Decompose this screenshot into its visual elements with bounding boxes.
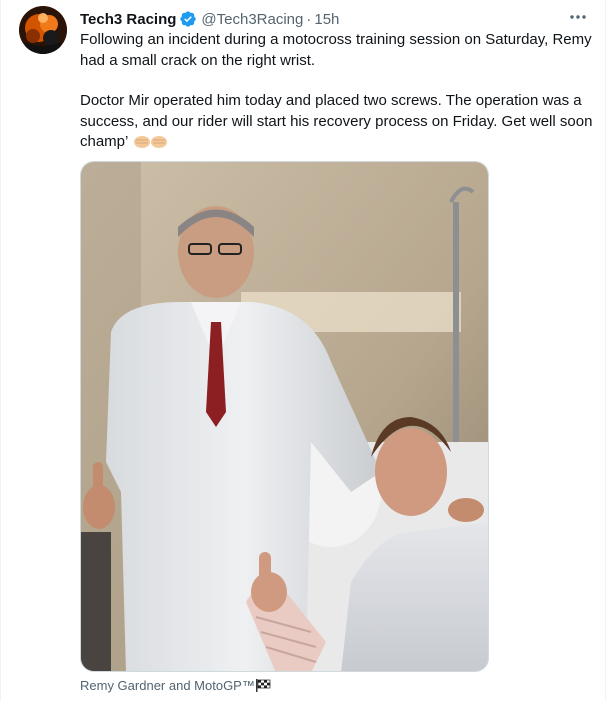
- tweet-paragraph-1: Following an incident during a motocross…: [80, 31, 592, 69]
- media-caption[interactable]: Remy Gardner and MotoGP™: [80, 678, 271, 693]
- tweet-header: Tech3 Racing @Tech3Racing · 15h: [80, 8, 339, 30]
- more-options-icon[interactable]: [565, 6, 591, 28]
- tweet-photo[interactable]: [80, 161, 489, 672]
- header-separator: ·: [306, 10, 312, 28]
- media-caption-text: Remy Gardner and MotoGP™: [80, 678, 255, 693]
- tweet-timestamp[interactable]: 15h: [314, 11, 339, 28]
- tweet-text: Following an incident during a motocross…: [80, 30, 596, 156]
- checkered-flag-icon: [255, 679, 271, 692]
- author-name[interactable]: Tech3 Racing: [80, 11, 176, 28]
- tweet-card[interactable]: Tech3 Racing @Tech3Racing · 15h Followin…: [0, 0, 606, 701]
- author-avatar[interactable]: [19, 6, 67, 54]
- author-handle[interactable]: @Tech3Racing: [201, 11, 303, 28]
- tweet-paragraph-2: Doctor Mir operated him today and placed…: [80, 91, 596, 156]
- fist-bump-emoji-icon: [132, 135, 170, 156]
- verified-badge-icon: [179, 10, 197, 28]
